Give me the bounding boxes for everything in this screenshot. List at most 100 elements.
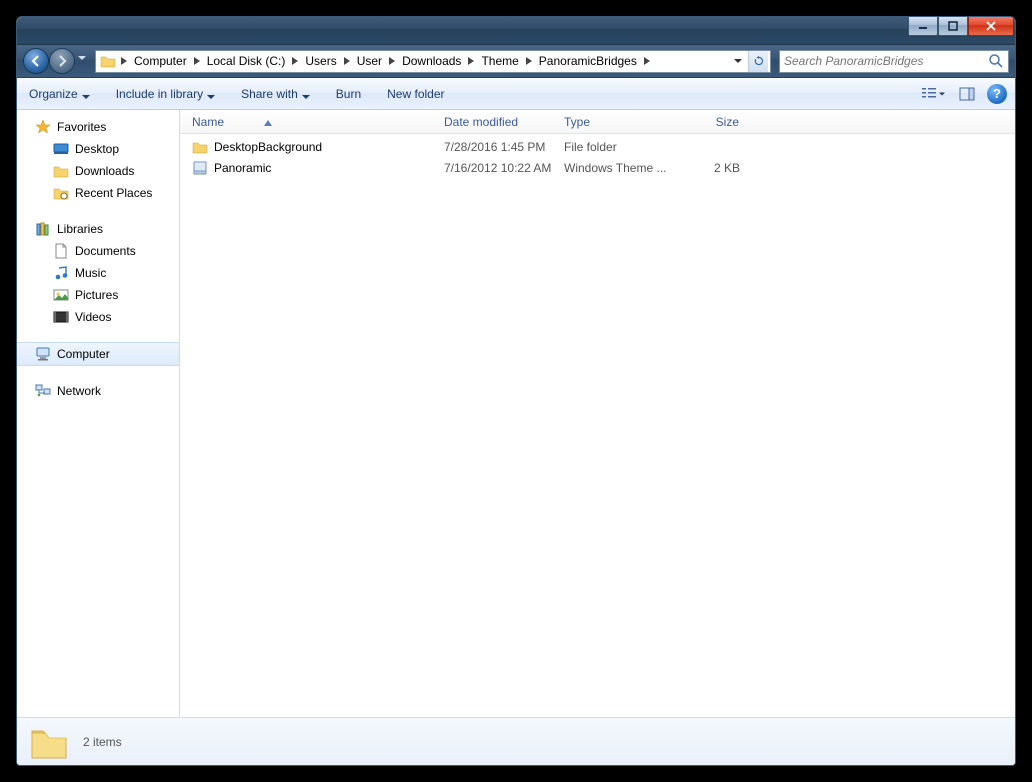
folder-icon <box>192 139 208 155</box>
sidebar-item-computer[interactable]: Computer <box>17 342 179 366</box>
address-bar[interactable]: Computer Local Disk (C:) Users User Down… <box>95 50 771 73</box>
preview-pane-button[interactable] <box>953 83 981 105</box>
column-type[interactable]: Type <box>558 110 676 133</box>
details-pane: 2 items <box>17 717 1015 765</box>
organize-menu[interactable]: Organize <box>25 85 94 103</box>
column-label: Date modified <box>444 115 518 129</box>
search-input[interactable] <box>784 54 988 68</box>
sidebar-item-label: Pictures <box>75 288 118 302</box>
breadcrumb-item[interactable]: PanoramicBridges <box>535 51 641 72</box>
chevron-right-icon[interactable] <box>465 57 477 65</box>
desktop-icon <box>53 141 69 157</box>
sort-ascending-icon <box>264 115 272 129</box>
sidebar-item-videos[interactable]: Videos <box>17 306 179 328</box>
file-name: DesktopBackground <box>214 140 322 154</box>
folder-large-icon <box>29 723 69 761</box>
sidebar-item-label: Recent Places <box>75 186 152 200</box>
column-label: Name <box>192 115 224 129</box>
caret-down-icon <box>207 90 215 98</box>
refresh-button[interactable] <box>748 51 768 72</box>
column-label: Type <box>564 115 590 129</box>
file-row[interactable]: Panoramic 7/16/2012 10:22 AM Windows The… <box>186 157 1009 178</box>
file-type: File folder <box>558 140 676 154</box>
breadcrumb-item[interactable]: User <box>353 51 386 72</box>
recent-icon <box>53 185 69 201</box>
sidebar-item-label: Network <box>57 384 101 398</box>
breadcrumb-item[interactable]: Downloads <box>398 51 465 72</box>
star-icon <box>35 119 51 135</box>
share-with-menu[interactable]: Share with <box>237 85 314 103</box>
videos-icon <box>53 309 69 325</box>
chevron-right-icon[interactable] <box>289 57 301 65</box>
sidebar-item-network[interactable]: Network <box>17 380 179 402</box>
sidebar-item-label: Downloads <box>75 164 134 178</box>
sidebar-favorites[interactable]: Favorites <box>17 116 179 138</box>
caret-down-icon <box>82 90 90 98</box>
sidebar-libraries[interactable]: Libraries <box>17 218 179 240</box>
back-button[interactable] <box>23 48 49 74</box>
breadcrumb-item[interactable]: Local Disk (C:) <box>203 51 290 72</box>
chevron-right-icon[interactable] <box>523 57 535 65</box>
column-headers[interactable]: Name Date modified Type Size <box>180 110 1015 134</box>
sidebar-item-downloads[interactable]: Downloads <box>17 160 179 182</box>
computer-icon <box>35 346 51 362</box>
music-icon <box>53 265 69 281</box>
file-size: 2 KB <box>676 161 746 175</box>
history-dropdown[interactable] <box>75 48 89 68</box>
file-name: Panoramic <box>214 161 271 175</box>
sidebar-item-label: Documents <box>75 244 136 258</box>
view-options-button[interactable] <box>919 83 947 105</box>
toolbar-label: Burn <box>336 87 361 101</box>
breadcrumb-item[interactable]: Theme <box>477 51 522 72</box>
help-button[interactable]: ? <box>987 84 1007 104</box>
sidebar-item-music[interactable]: Music <box>17 262 179 284</box>
explorer-window: Computer Local Disk (C:) Users User Down… <box>16 16 1016 766</box>
chevron-right-icon[interactable] <box>386 57 398 65</box>
column-date-modified[interactable]: Date modified <box>438 110 558 133</box>
column-size[interactable]: Size <box>676 110 746 133</box>
sidebar-item-recent-places[interactable]: Recent Places <box>17 182 179 204</box>
status-text: 2 items <box>83 735 122 749</box>
forward-button[interactable] <box>49 48 75 74</box>
column-label: Size <box>716 115 739 129</box>
breadcrumb-item[interactable]: Computer <box>130 51 191 72</box>
file-type: Windows Theme ... <box>558 161 676 175</box>
file-rows[interactable]: DesktopBackground 7/28/2016 1:45 PM File… <box>180 134 1015 717</box>
file-row[interactable]: DesktopBackground 7/28/2016 1:45 PM File… <box>186 136 1009 157</box>
chevron-right-icon[interactable] <box>641 57 653 65</box>
file-list-area: Name Date modified Type Size DesktopBack… <box>180 110 1015 717</box>
file-date: 7/16/2012 10:22 AM <box>438 161 558 175</box>
file-date: 7/28/2016 1:45 PM <box>438 140 558 154</box>
toolbar-label: Include in library <box>116 87 203 101</box>
sidebar-item-desktop[interactable]: Desktop <box>17 138 179 160</box>
titlebar[interactable] <box>17 17 1015 45</box>
sidebar-item-documents[interactable]: Documents <box>17 240 179 262</box>
sidebar-item-pictures[interactable]: Pictures <box>17 284 179 306</box>
chevron-right-icon[interactable] <box>341 57 353 65</box>
address-dropdown[interactable] <box>728 51 748 72</box>
search-icon <box>988 53 1004 69</box>
toolbar: Organize Include in library Share with B… <box>17 78 1015 110</box>
new-folder-button[interactable]: New folder <box>383 85 448 103</box>
search-box[interactable] <box>779 50 1009 73</box>
caret-down-icon <box>302 90 310 98</box>
minimize-button[interactable] <box>908 17 938 36</box>
toolbar-label: New folder <box>387 87 444 101</box>
burn-button[interactable]: Burn <box>332 85 365 103</box>
folder-icon <box>100 53 116 69</box>
close-button[interactable] <box>968 17 1014 36</box>
column-name[interactable]: Name <box>186 110 438 133</box>
include-in-library-menu[interactable]: Include in library <box>112 85 219 103</box>
toolbar-label: Organize <box>29 87 78 101</box>
maximize-button[interactable] <box>938 17 968 36</box>
document-icon <box>53 243 69 259</box>
sidebar-item-label: Computer <box>57 347 110 361</box>
navigation-row: Computer Local Disk (C:) Users User Down… <box>17 45 1015 78</box>
navigation-pane[interactable]: Favorites Desktop Downloads Recent Place… <box>17 110 180 717</box>
chevron-right-icon[interactable] <box>118 57 130 65</box>
breadcrumb-item[interactable]: Users <box>301 51 340 72</box>
toolbar-label: Share with <box>241 87 298 101</box>
pictures-icon <box>53 287 69 303</box>
chevron-right-icon[interactable] <box>191 57 203 65</box>
theme-file-icon <box>192 160 208 176</box>
